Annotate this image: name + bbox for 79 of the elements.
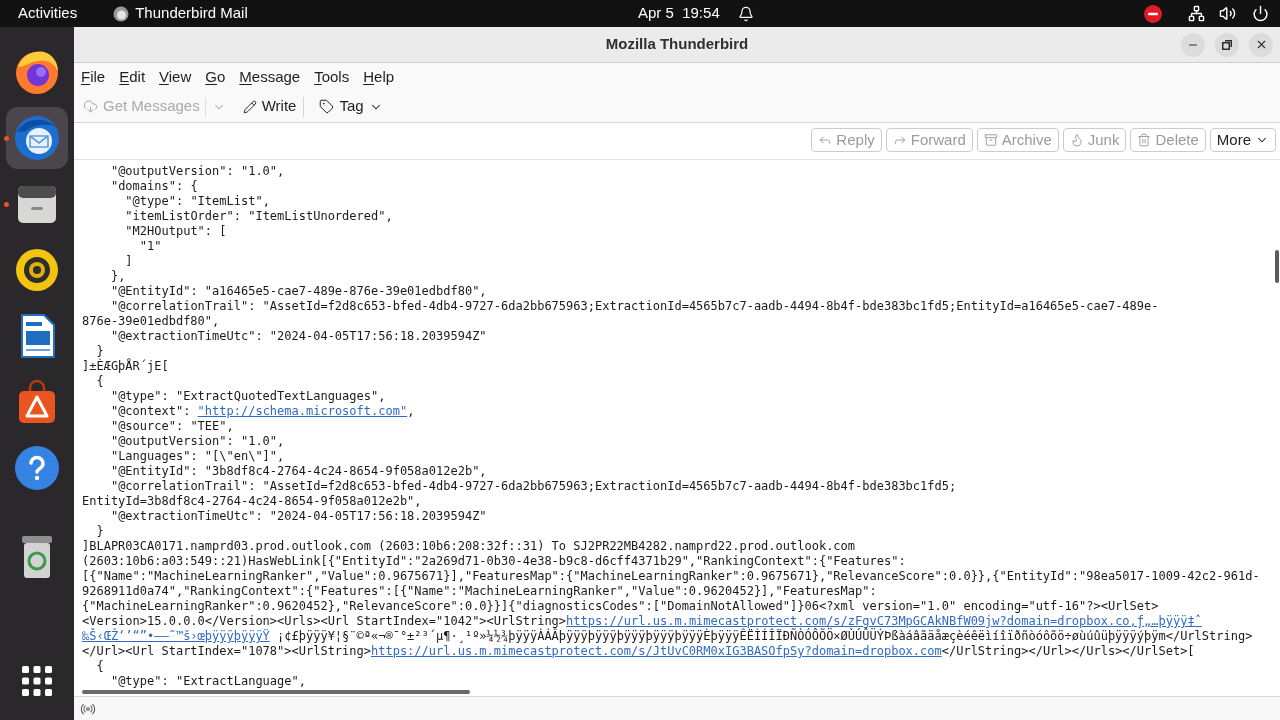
message-text-line: 9268911d0a74","RankingContext":{"Features":[{"Name":"MachineLearningRanker","Value":0.9620452}],"FeaturesMap":	[82, 584, 877, 598]
message-text-line: "@context": "http://schema.microsoft.com",	[110, 404, 415, 418]
dock-launcher[interactable]	[6, 107, 68, 169]
restore-button[interactable]	[1215, 32, 1239, 57]
message-text-line: [{"Name":"MachineLearningRanker","Value":0.9675671}],"FeaturesMap":{"MachineLearningRanker":0.9675671},"RelevanceScore":0.0}},{"EntityId":"98ea5017-1009-42c2-961d-	[82, 569, 1260, 583]
minimize-button[interactable]	[1181, 32, 1205, 57]
speaker-icon[interactable]	[14, 247, 60, 293]
message-text-line: ]±ÈÆGþÅR´jE[	[82, 359, 169, 373]
message-text-line: {	[96, 659, 104, 673]
message-text-line: "@source": "TEE",	[110, 419, 234, 433]
menu-item[interactable]: Help	[356, 63, 402, 91]
message-text-line: }	[96, 344, 104, 358]
menu-item[interactable]: Go	[198, 63, 233, 91]
message-text-line: 876e-39e01edbdf80",	[82, 314, 220, 328]
activities-button[interactable]: Activities	[12, 0, 84, 27]
message-text-line: {"MachineLearningRanker":0.9620452},"RelevanceScore":0.0}}]{"diagnosticsCodes":["DomainNotAllowed"]}06<?xml version="1.0" encoding="utf-16"?><UrlSet>	[82, 599, 1159, 613]
restore-icon	[1222, 39, 1232, 50]
mail-icon	[14, 115, 60, 161]
archive-icon	[983, 133, 998, 147]
message-text-line: "@EntityId": "a16465e5-cae7-489e-876e-39e01edbdf80",	[110, 284, 487, 298]
flame-icon	[1069, 133, 1084, 147]
more-button[interactable]: More	[1209, 128, 1276, 152]
power-icon[interactable]	[1252, 5, 1269, 22]
app-grid-icon[interactable]	[22, 666, 52, 696]
no-entry-icon[interactable]	[1144, 4, 1162, 23]
message-text-line: "@extractionTimeUtc": "2024-04-05T17:56:18.2039594Z"	[110, 329, 487, 343]
message-text-line: "domains": {	[110, 179, 198, 193]
message-text-line: ]BLAPR03CA0171.namprd03.prod.outlook.com (2603:10b6:208:32f::31) To SJ2PR22MB4282.namprd22.prod.outlook.com	[82, 539, 856, 553]
message-text-line: "@EntityId": "3b8df8c4-2764-4c24-8654-9f058a012e2b",	[110, 464, 487, 478]
window-title: Mozilla Thunderbird	[605, 34, 749, 55]
message-text-line: "itemListOrder": "ItemListUnordered",	[125, 209, 393, 223]
message-text-line: }	[96, 524, 104, 538]
menu-item[interactable]: Edit	[112, 63, 153, 91]
message-text-line: "Languages": "[\"en\"]",	[110, 449, 285, 463]
message-text-line: <Version>15.0.0.0</Version><Urls><Url StartIndex="1042"><UrlString>https://url.us.m.mimecastprotect.com/s/zFgvC73MpGCAkNBfW09jw?domain=dropbox.co‚ƒ„…þÿÿÿ‡ˆ	[82, 614, 1202, 628]
message-text-line: "@extractionTimeUtc": "2024-04-05T17:56:18.2039594Z"	[110, 509, 487, 523]
volume-icon[interactable]	[1219, 5, 1236, 22]
menu-item[interactable]: View	[152, 63, 199, 91]
message-text-line: "@type": "ExtractQuotedTextLanguages",	[110, 389, 386, 403]
message-link[interactable]: https://url.us.m.mimecastprotect.com/s/JtUvC0RM0xIG3BASOfpSy?domain=dropbox.com	[371, 644, 942, 658]
message-text-line: "@correlationTrail": "AssetId=f2d8c653-bfed-4db4-9727-6da2bb675963;ExtractionId=4565b7c7-aadb-4494-8b4f-bde383bc1fd5;	[110, 479, 957, 493]
trash-icon	[1137, 133, 1152, 147]
vertical-scrollbar-thumb[interactable]	[1275, 250, 1279, 283]
write-button[interactable]: Write	[239, 93, 300, 120]
close-button[interactable]	[1249, 32, 1273, 57]
message-link[interactable]: "http://schema.microsoft.com"	[197, 404, 408, 418]
message-text-line: EntityId=3b8df8c4-2764-4c24-8654-9f058a012e2b",	[82, 494, 422, 508]
message-text-line: </Url><Url StartIndex="1078"><UrlString>https://url.us.m.mimecastprotect.com/s/JtUvC0RM0xIG3BASOfpSy?domain=dropbox.com</UrlString></Url></Urls></UrlSet>[	[82, 644, 1195, 658]
help-icon[interactable]	[14, 445, 60, 491]
message-text-line: "@outputVersion": "1.0",	[110, 434, 285, 448]
menu-item[interactable]: File	[74, 63, 113, 91]
app-menu-button[interactable]: Thunderbird Mail	[109, 0, 252, 27]
reply-icon	[818, 133, 833, 147]
cloud-download-icon	[83, 99, 98, 114]
horizontal-scrollbar-thumb[interactable]	[82, 690, 470, 694]
flame-globe-icon[interactable]	[14, 49, 60, 95]
message-link[interactable]: https://url.us.m.mimecastprotect.com/s/zFgvC73MpGCAkNBfW09jw?domain=dropbox.co‚ƒ„…þÿÿÿ‡ˆ	[566, 614, 1202, 628]
forward-icon	[892, 133, 907, 147]
network-icon[interactable]	[1188, 5, 1205, 22]
tag-icon	[319, 99, 335, 114]
message-text-line: "@type": "ExtractLanguage",	[110, 674, 306, 688]
message-text-line: "@correlationTrail": "AssetId=f2d8c653-bfed-4db4-9727-6da2bb675963;ExtractionId=4565b7c7-aadb-4494-8b4f-bde383bc1fd5;EntityId=a16465e5-cae7-489e-	[110, 299, 1159, 313]
pencil-icon	[242, 99, 257, 114]
message-text-line: ‰Š‹ŒŽ‘’“”•–—˜™š›œþÿÿÿþÿÿÿŸ ¡¢£þÿÿÿ¥¦§¨©ª«¬®¯°±²³´µ¶·¸¹º»¼½¾þÿÿÿÀÁÂþÿÿÿþÿÿÿþÿÿÿþÿÿÿþÿÿÿÈþÿÿÿÊËÌÍÎÏÐÑÒÓÔÕÖ×ØÙÚÛÜÝÞßàáâãäåæçèéêëìíîïðñòóôõö÷øùúûüþÿÿÿýþÿm</UrlString>	[82, 629, 1253, 643]
message-link[interactable]: ‰Š‹ŒŽ‘’“”•–—˜™š›œþÿÿÿþÿÿÿŸ	[82, 629, 270, 643]
message-text-line: "M2HOutput": [	[125, 224, 227, 238]
clock-button[interactable]: Apr 5 19:54	[638, 0, 754, 27]
app-icon	[113, 5, 130, 22]
message-text-line: ]	[125, 254, 133, 268]
message-text-line: "@outputVersion": "1.0",	[110, 164, 285, 178]
message-text-line: (2603:10b6:a03:549::21)HasWebLink[{"EntityId":"2a269d71-0b30-4e38-b9c8-d6cff4371b29","RankingContext":{"Features":	[82, 554, 906, 568]
message-text-line: "1"	[139, 239, 162, 253]
message-text-line: },	[110, 269, 126, 283]
menu-item[interactable]: Message	[232, 63, 308, 91]
menu-item[interactable]: Tools	[307, 63, 357, 91]
bell-icon	[737, 5, 754, 22]
message-text-line: {	[96, 374, 104, 388]
message-text-line: "@type": "ItemList",	[125, 194, 270, 208]
tag-button[interactable]: Tag	[316, 93, 386, 120]
